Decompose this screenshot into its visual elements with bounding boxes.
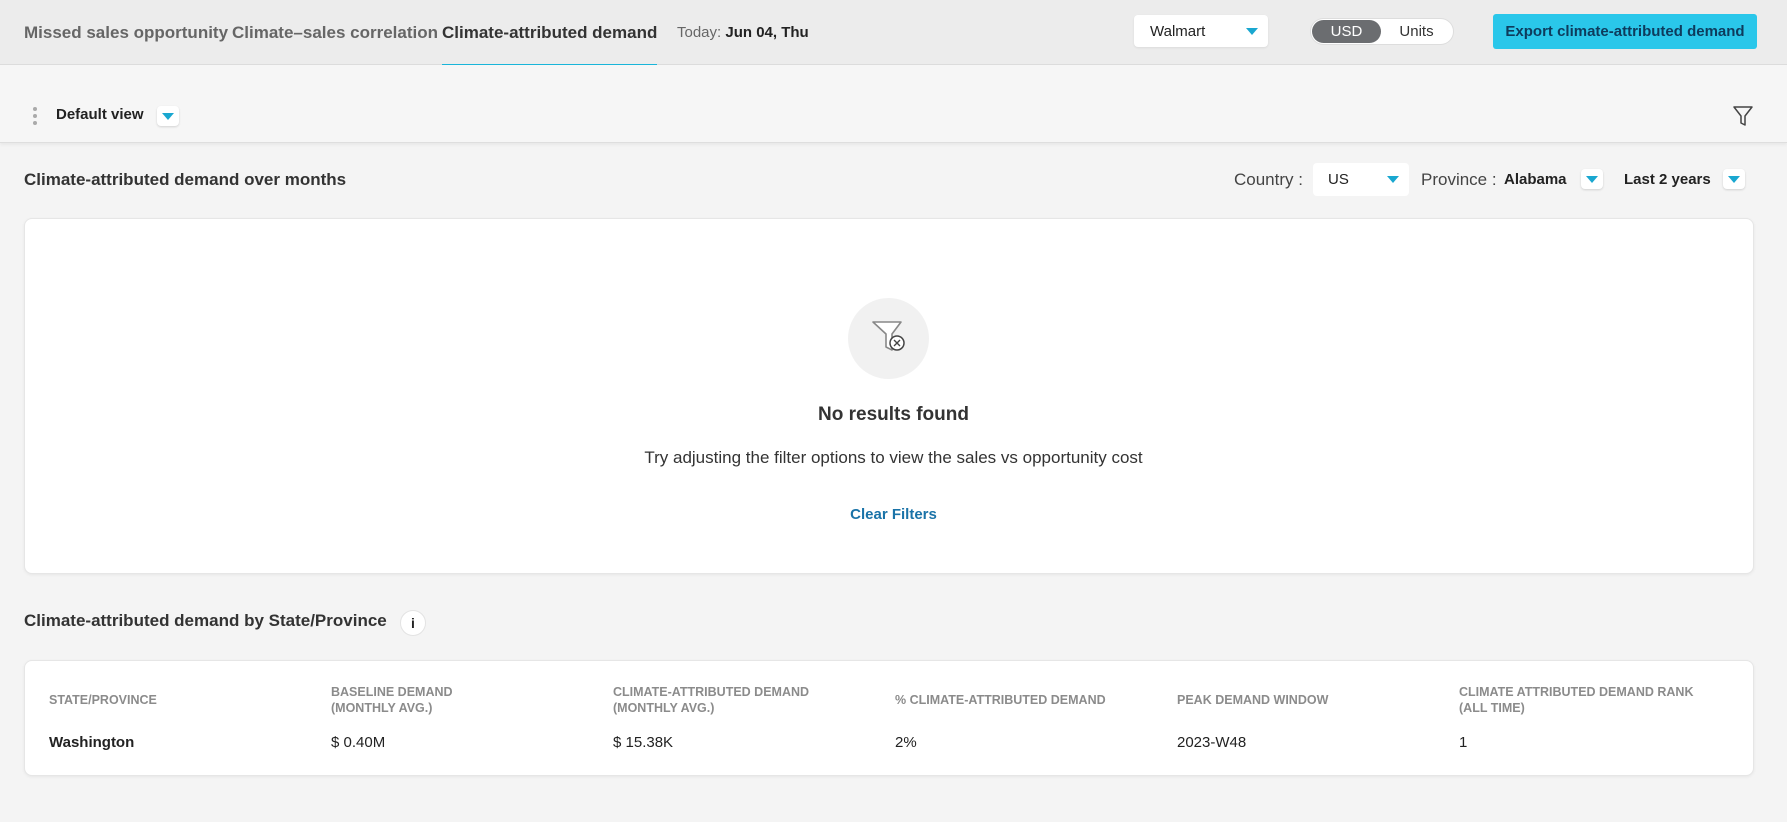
chevron-down-icon (162, 113, 174, 120)
column-header-peak-demand-window[interactable]: PEAK DEMAND WINDOW (1177, 692, 1417, 708)
column-header-line: CLIMATE-ATTRIBUTED DEMAND (613, 685, 810, 699)
currency-unit-toggle[interactable]: USD Units (1310, 18, 1454, 45)
period-value[interactable]: Last 2 years (1624, 171, 1711, 188)
view-bar (0, 65, 1787, 143)
empty-state-title: No results found (818, 404, 969, 425)
view-dropdown[interactable] (157, 106, 179, 126)
column-header-baseline-demand[interactable]: BASELINE DEMAND (MONTHLY AVG.) (331, 684, 571, 716)
country-dropdown[interactable]: US (1313, 163, 1409, 196)
period-dropdown[interactable] (1723, 169, 1745, 189)
country-label: Country : (1234, 170, 1303, 189)
country-value: US (1328, 171, 1349, 188)
column-header-line: CLIMATE ATTRIBUTED DEMAND RANK (1459, 685, 1694, 699)
clear-filters-link[interactable]: Clear Filters (0, 506, 1787, 523)
column-header-climate-demand[interactable]: CLIMATE-ATTRIBUTED DEMAND (MONTHLY AVG.) (613, 684, 853, 716)
column-header-state[interactable]: STATE/PROVINCE (49, 692, 289, 708)
cell-demand-rank: 1 (1459, 734, 1468, 751)
empty-state-illustration (848, 298, 929, 379)
clear-filters-label[interactable]: Clear Filters (850, 506, 937, 523)
drag-handle-icon[interactable] (32, 107, 38, 127)
tab-missed-sales-opportunity[interactable]: Missed sales opportunity (24, 0, 228, 65)
export-button[interactable]: Export climate-attributed demand (1493, 14, 1757, 49)
empty-state-subtitle: Try adjusting the filter options to view… (644, 448, 1143, 467)
cell-baseline-demand: $ 0.40M (331, 734, 386, 751)
chevron-down-icon (1246, 28, 1258, 35)
province-value[interactable]: Alabama (1504, 171, 1567, 188)
chevron-down-icon (1387, 176, 1399, 183)
column-header-line: PEAK DEMAND WINDOW (1177, 693, 1329, 707)
toggle-units[interactable]: Units (1381, 20, 1452, 43)
filter-cleared-icon (872, 321, 905, 351)
column-header-percent-climate-demand[interactable]: % CLIMATE-ATTRIBUTED DEMAND (895, 692, 1135, 708)
table-card (24, 660, 1754, 776)
column-header-line: % CLIMATE-ATTRIBUTED DEMAND (895, 693, 1106, 707)
column-header-demand-rank[interactable]: CLIMATE ATTRIBUTED DEMAND RANK (ALL TIME… (1459, 684, 1699, 716)
chart-section-title: Climate-attributed demand over months (24, 170, 347, 189)
cell-state: Washington (49, 734, 135, 751)
table-section-title: Climate-attributed demand by State/Provi… (24, 611, 387, 630)
retailer-dropdown[interactable]: Walmart (1134, 15, 1268, 47)
filter-icon[interactable] (1732, 104, 1754, 128)
chevron-down-icon (1728, 176, 1740, 183)
column-header-line: BASELINE DEMAND (331, 685, 453, 699)
retailer-selected: Walmart (1150, 23, 1206, 40)
province-dropdown[interactable] (1581, 169, 1603, 189)
today-date: Today: Jun 04, Thu (677, 0, 809, 65)
tab-climate-attributed-demand[interactable]: Climate-attributed demand (442, 0, 658, 66)
today-label: Today: (677, 24, 722, 41)
province-label: Province : (1421, 170, 1497, 189)
cell-peak-demand-window: 2023-W48 (1177, 734, 1247, 751)
toggle-usd[interactable]: USD (1312, 20, 1381, 43)
column-header-subline: (MONTHLY AVG.) (331, 701, 433, 715)
info-icon[interactable]: i (400, 610, 426, 636)
cell-climate-demand: $ 15.38K (613, 734, 674, 751)
chevron-down-icon (1586, 176, 1598, 183)
column-header-subline: (ALL TIME) (1459, 701, 1525, 715)
today-value: Jun 04, Thu (725, 24, 809, 41)
column-header-line: STATE/PROVINCE (49, 693, 157, 707)
tab-climate-sales-correlation[interactable]: Climate–sales correlation (232, 0, 438, 65)
column-header-subline: (MONTHLY AVG.) (613, 701, 715, 715)
view-name: Default view (56, 106, 144, 123)
cell-percent-climate-demand: 2% (895, 734, 917, 751)
